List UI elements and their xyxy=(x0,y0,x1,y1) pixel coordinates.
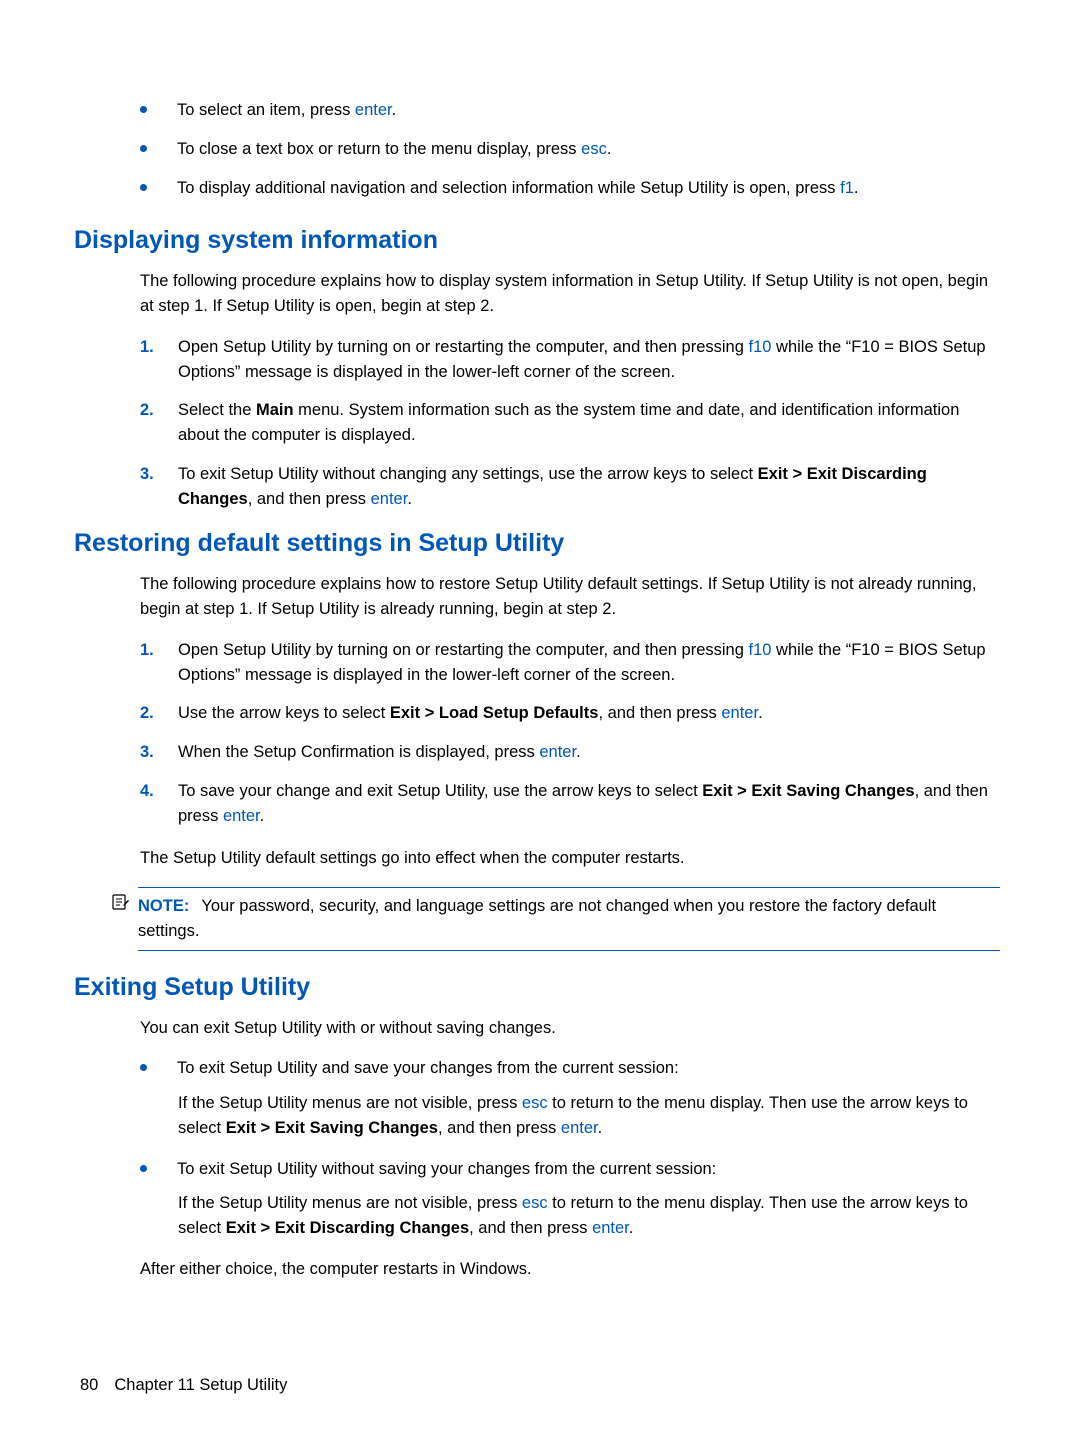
list-item: To exit Setup Utility and save your chan… xyxy=(140,1056,1000,1081)
page-footer: 80 Chapter 11 Setup Utility xyxy=(80,1376,287,1395)
bullet-icon xyxy=(140,1064,147,1071)
key-name: enter xyxy=(371,490,408,508)
step-number: 3. xyxy=(140,462,178,487)
list-item: 4. To save your change and exit Setup Ut… xyxy=(140,779,1000,829)
bullet-text: To select an item, press enter. xyxy=(177,98,1000,123)
step-text: When the Setup Confirmation is displayed… xyxy=(178,740,1000,765)
top-bullet-list: To select an item, press enter. To close… xyxy=(140,98,1000,200)
bullet-icon xyxy=(140,184,147,191)
step-number: 1. xyxy=(140,638,178,663)
paragraph: The Setup Utility default settings go in… xyxy=(140,846,1000,871)
step-text: Open Setup Utility by turning on or rest… xyxy=(178,638,1000,688)
bullet-text: To close a text box or return to the men… xyxy=(177,137,1000,162)
bullet-list: To exit Setup Utility without saving you… xyxy=(140,1157,1000,1182)
key-name: esc xyxy=(522,1194,548,1212)
step-text: Open Setup Utility by turning on or rest… xyxy=(178,335,1000,385)
note-body: NOTE:Your password, security, and langua… xyxy=(138,887,1000,951)
note-label: NOTE: xyxy=(138,897,189,915)
step-text: To save your change and exit Setup Utili… xyxy=(178,779,1000,829)
bullet-list: To exit Setup Utility and save your chan… xyxy=(140,1056,1000,1081)
bullet-icon xyxy=(140,106,147,113)
paragraph: You can exit Setup Utility with or witho… xyxy=(140,1016,1000,1041)
paragraph: The following procedure explains how to … xyxy=(140,572,1000,622)
key-name: enter xyxy=(721,704,758,722)
list-item: 2. Select the Main menu. System informat… xyxy=(140,398,1000,448)
step-text: To exit Setup Utility without changing a… xyxy=(178,462,1000,512)
sub-paragraph: If the Setup Utility menus are not visib… xyxy=(178,1191,1000,1241)
key-name: enter xyxy=(539,743,576,761)
list-item: To close a text box or return to the men… xyxy=(140,137,1000,162)
page-content: To select an item, press enter. To close… xyxy=(80,98,1000,1282)
page-number: 80 xyxy=(80,1376,98,1394)
bullet-text: To exit Setup Utility without saving you… xyxy=(177,1157,1000,1182)
list-item: To display additional navigation and sel… xyxy=(140,176,1000,201)
ordered-list: 1. Open Setup Utility by turning on or r… xyxy=(140,638,1000,829)
section-heading-displaying-system-information: Displaying system information xyxy=(74,226,1000,255)
key-name: enter xyxy=(592,1219,629,1237)
list-item: To exit Setup Utility without saving you… xyxy=(140,1157,1000,1182)
list-item: To select an item, press enter. xyxy=(140,98,1000,123)
key-name: f1 xyxy=(840,179,854,197)
step-number: 4. xyxy=(140,779,178,804)
chapter-label: Chapter 11 Setup Utility xyxy=(114,1376,287,1394)
step-number: 3. xyxy=(140,740,178,765)
key-name: f10 xyxy=(749,641,772,659)
note-callout: NOTE:Your password, security, and langua… xyxy=(110,887,1000,951)
bullet-icon xyxy=(140,1165,147,1172)
note-text: Your password, security, and language se… xyxy=(138,897,936,940)
section-heading-exiting-setup-utility: Exiting Setup Utility xyxy=(74,973,1000,1002)
bullet-text: To exit Setup Utility and save your chan… xyxy=(177,1056,1000,1081)
key-name: enter xyxy=(561,1119,598,1137)
key-name: esc xyxy=(522,1094,548,1112)
step-number: 1. xyxy=(140,335,178,360)
list-item: 3. To exit Setup Utility without changin… xyxy=(140,462,1000,512)
list-item: 3. When the Setup Confirmation is displa… xyxy=(140,740,1000,765)
list-item: 2. Use the arrow keys to select Exit > L… xyxy=(140,701,1000,726)
sub-paragraph: If the Setup Utility menus are not visib… xyxy=(178,1091,1000,1141)
ordered-list: 1. Open Setup Utility by turning on or r… xyxy=(140,335,1000,512)
step-number: 2. xyxy=(140,701,178,726)
bullet-text: To display additional navigation and sel… xyxy=(177,176,1000,201)
section-heading-restoring-default-settings: Restoring default settings in Setup Util… xyxy=(74,529,1000,558)
note-icon xyxy=(110,893,130,911)
step-number: 2. xyxy=(140,398,178,423)
list-item: 1. Open Setup Utility by turning on or r… xyxy=(140,335,1000,385)
key-name: enter xyxy=(355,101,392,119)
key-name: esc xyxy=(581,140,607,158)
step-text: Use the arrow keys to select Exit > Load… xyxy=(178,701,1000,726)
key-name: enter xyxy=(223,807,260,825)
paragraph: After either choice, the computer restar… xyxy=(140,1257,1000,1282)
step-text: Select the Main menu. System information… xyxy=(178,398,1000,448)
key-name: f10 xyxy=(749,338,772,356)
list-item: 1. Open Setup Utility by turning on or r… xyxy=(140,638,1000,688)
paragraph: The following procedure explains how to … xyxy=(140,269,1000,319)
bullet-icon xyxy=(140,145,147,152)
